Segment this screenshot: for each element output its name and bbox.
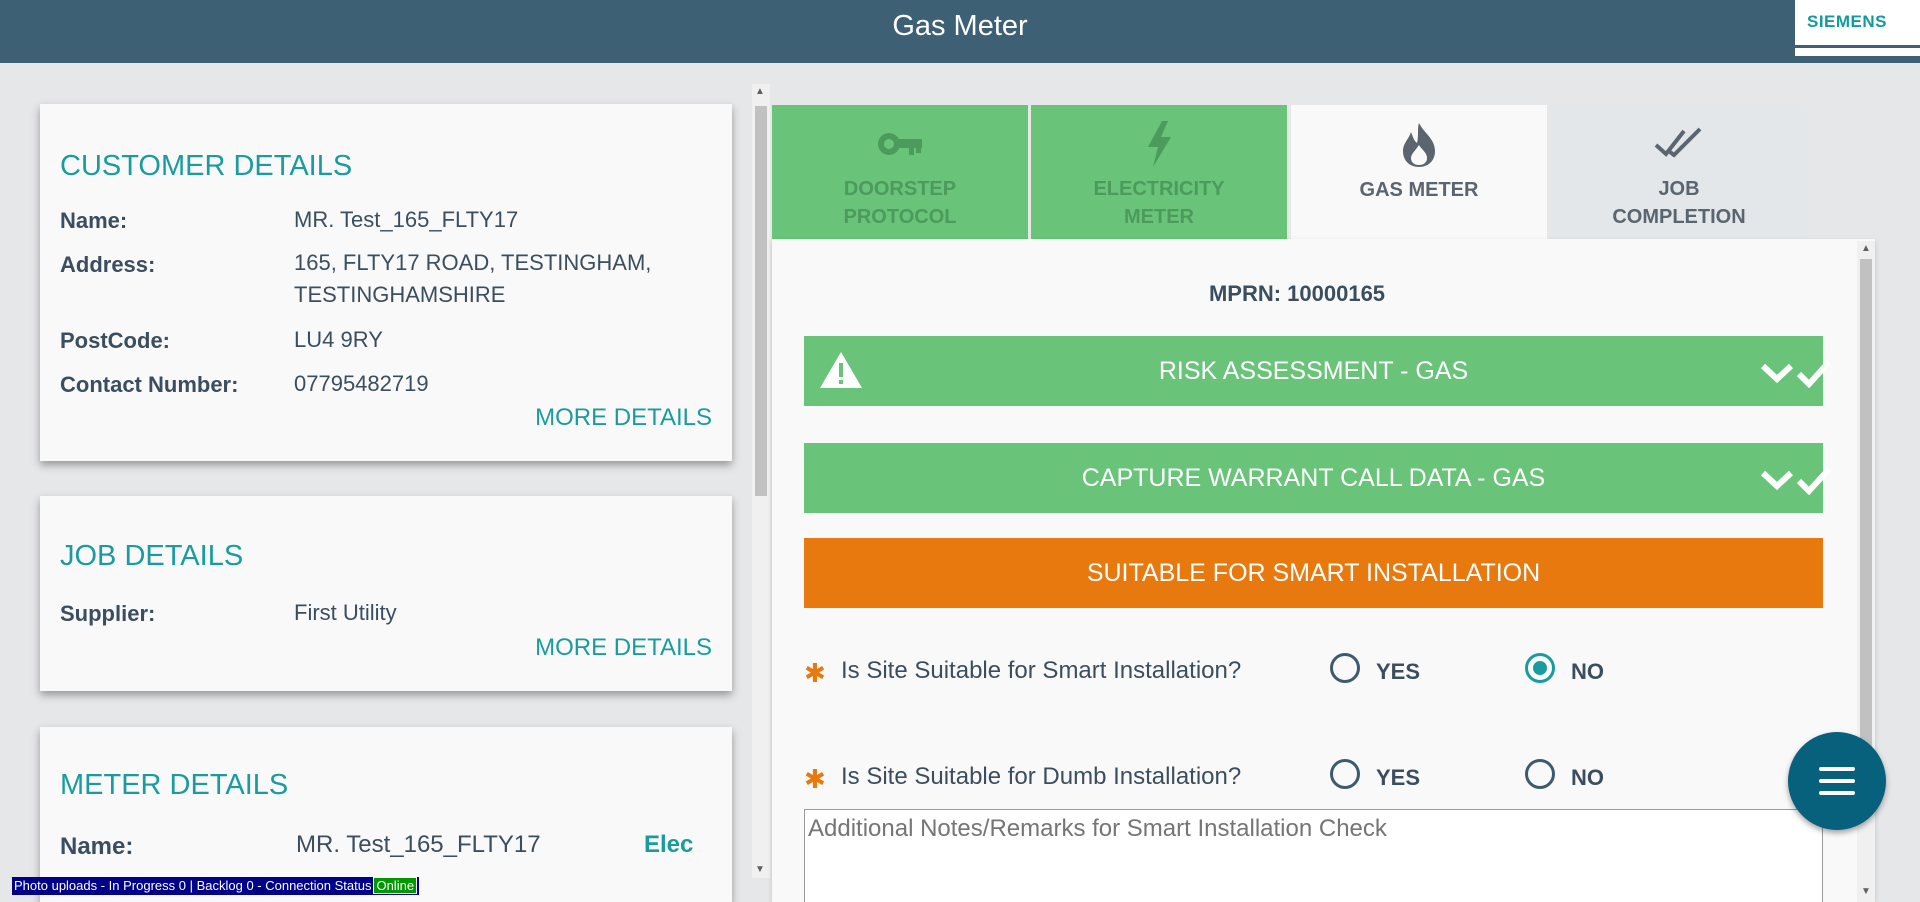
app-header: Gas Meter [0,0,1920,63]
menu-fab-button[interactable] [1788,732,1886,830]
tab-gas-meter-label: GAS METER [1359,179,1479,201]
job-details-heading: JOB DETAILS [60,540,244,572]
scroll-down-arrow[interactable]: ▼ [1861,886,1871,897]
job-supplier-value: First Utility [294,600,397,625]
warrant-call-data-section[interactable]: CAPTURE WARRANT CALL DATA - GAS [804,443,1832,513]
smart-suitable-yes-radio[interactable] [1330,653,1360,683]
tab-job-completion[interactable]: JOB COMPLETION [1551,105,1807,239]
smart-installation-label: SUITABLE FOR SMART INSTALLATION [1086,559,1541,587]
check-icon [1796,359,1832,388]
customer-details-heading: CUSTOMER DETAILS [60,150,353,182]
customer-details-card: CUSTOMER DETAILS Name: MR. Test_165_FLTY… [40,104,732,461]
customer-contact-value: 07795482719 [294,371,429,396]
connection-status-bar: Photo uploads - In Progress 0 | Backlog … [12,877,420,895]
tab-electricity-meter-label: ELECTRICITY METER [1093,178,1225,228]
left-column-scrollbar[interactable]: ▲ ▼ [752,84,770,878]
customer-address-line2: TESTINGHAMSHIRE [294,282,506,307]
customer-name-label: Name: [60,208,128,233]
customer-address-line1: 165, FLTY17 ROAD, TESTINGHAM, [294,250,652,275]
dumb-suitable-yes-label: YES [1376,765,1421,790]
risk-assessment-section[interactable]: RISK ASSESSMENT - GAS [804,336,1832,406]
gas-meter-panel: MPRN: 10000165 RISK ASSESSMENT - GAS CAP… [772,239,1875,902]
customer-name-value: MR. Test_165_FLTY17 [294,207,519,232]
chevron-down-icon[interactable] [1760,469,1794,491]
customer-address-label: Address: [60,252,156,277]
customer-postcode-value: LU4 9RY [294,327,383,352]
warrant-call-data-label: CAPTURE WARRANT CALL DATA - GAS [1081,464,1546,492]
risk-assessment-label: RISK ASSESSMENT - GAS [1158,357,1469,385]
tab-gas-meter[interactable]: GAS METER [1291,105,1547,239]
logo-underline [1795,45,1920,48]
tab-doorstep-protocol-label: DOORSTEP PROTOCOL [843,178,957,228]
dumb-suitable-no-radio[interactable] [1525,759,1555,789]
customer-contact-label: Contact Number: [60,372,239,397]
connection-status-badge: Online [373,877,418,894]
meter-type-value: Elec [644,831,694,858]
key-icon [772,121,1028,167]
scroll-down-arrow[interactable]: ▼ [755,864,765,875]
left-scroll-thumb[interactable] [755,106,767,496]
double-check-icon [1551,121,1807,167]
siemens-logo: SIEMENS [1795,0,1920,56]
smart-suitable-yes-label: YES [1376,659,1421,684]
tab-job-completion-label: JOB COMPLETION [1612,178,1746,228]
job-supplier-label: Supplier: [60,601,156,626]
smart-suitable-no-radio[interactable] [1525,653,1555,683]
meter-details-heading: METER DETAILS [60,769,289,801]
customer-more-details-link[interactable]: MORE DETAILS [535,404,712,432]
customer-postcode-label: PostCode: [60,328,170,353]
page-title: Gas Meter [892,10,1028,42]
panel-scroll-thumb[interactable] [1860,259,1872,779]
required-asterisk-icon: ✱ [804,658,826,688]
flame-icon [1291,121,1547,167]
tab-electricity-meter[interactable]: ELECTRICITY METER [1031,105,1287,239]
scroll-up-arrow[interactable]: ▲ [755,86,765,97]
meter-details-card: METER DETAILS Name: MR. Test_165_FLTY17 … [40,727,732,902]
smart-installation-notes-field[interactable] [804,809,1823,902]
smart-installation-section[interactable]: SUITABLE FOR SMART INSTALLATION [804,538,1823,608]
chevron-down-icon[interactable] [1760,362,1794,384]
smart-suitability-question-text: Is Site Suitable for Smart Installation? [841,657,1242,684]
brand-logo-text: SIEMENS [1807,12,1888,31]
smart-suitable-no-label: NO [1571,659,1604,684]
meter-name-value: MR. Test_165_FLTY17 [296,831,541,858]
mprn-label: MPRN: 10000165 [1208,281,1386,306]
dumb-suitability-question-text: Is Site Suitable for Dumb Installation? [841,763,1242,790]
dumb-suitable-no-label: NO [1571,765,1604,790]
dumb-suitable-yes-radio[interactable] [1330,759,1360,789]
job-more-details-link[interactable]: MORE DETAILS [535,634,712,662]
tab-doorstep-protocol[interactable]: DOORSTEP PROTOCOL [772,105,1028,239]
warning-icon [820,352,862,388]
scroll-up-arrow[interactable]: ▲ [1861,243,1871,254]
check-icon [1796,466,1832,495]
status-text: Photo uploads - In Progress 0 | Backlog … [14,878,372,893]
required-asterisk-icon: ✱ [804,764,826,794]
meter-name-label: Name: [60,833,134,860]
job-details-card: JOB DETAILS Supplier: First Utility MORE… [40,496,732,691]
lightning-icon [1031,121,1287,167]
